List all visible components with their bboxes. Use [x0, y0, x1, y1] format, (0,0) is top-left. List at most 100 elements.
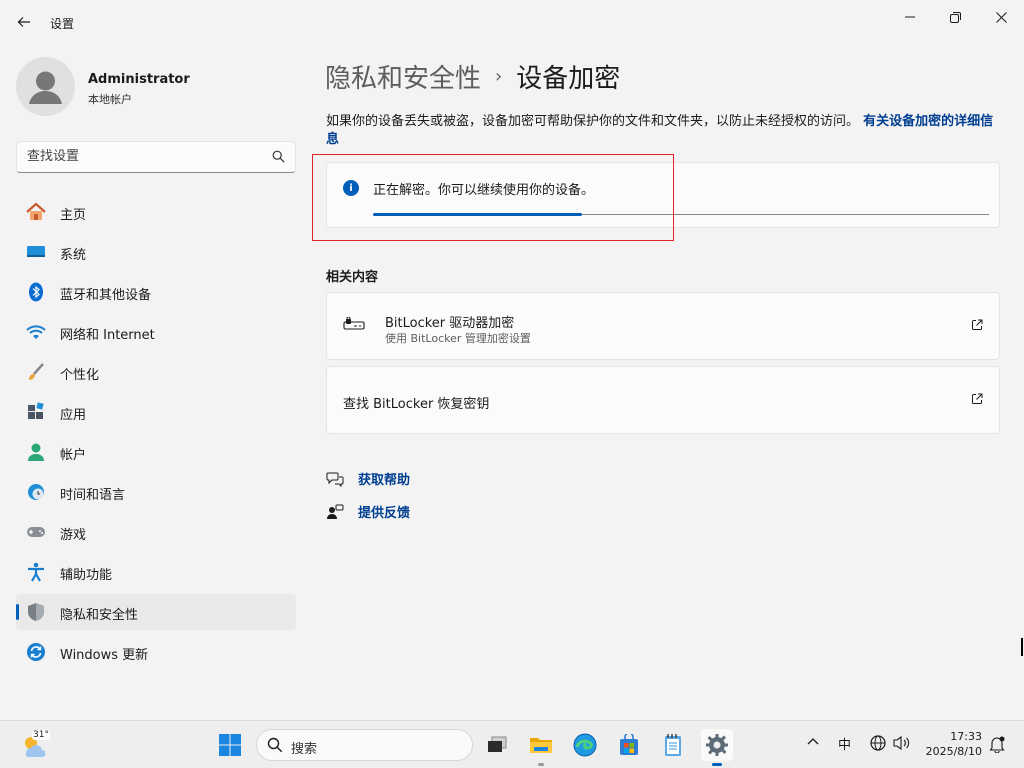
sidebar-item-label: 系统: [60, 248, 87, 263]
user-profile[interactable]: Administrator 本地帐户: [16, 57, 296, 117]
sidebar-item-label: 隐私和安全性: [60, 608, 139, 623]
volume-button[interactable]: [893, 735, 911, 755]
settings-app-button[interactable]: [701, 729, 733, 766]
sidebar-item-time-language[interactable]: 时间和语言: [16, 474, 296, 510]
windows-logo-icon: [219, 734, 241, 756]
related-content-title: 相关内容: [326, 270, 379, 285]
sidebar-item-accounts[interactable]: 帐户: [16, 434, 296, 470]
maximize-button[interactable]: [943, 8, 967, 26]
breadcrumb-parent[interactable]: 隐私和安全性: [325, 58, 481, 95]
minimize-button[interactable]: [898, 8, 922, 26]
speaker-icon: [893, 735, 910, 751]
card-subtitle: 使用 BitLocker 管理加密设置: [385, 332, 531, 345]
temperature: 31°: [32, 730, 50, 740]
show-hidden-icons-button[interactable]: [806, 735, 820, 750]
sidebar-item-label: 应用: [60, 408, 87, 423]
notification-bell-icon: [989, 736, 1005, 754]
find-recovery-key-card[interactable]: 查找 BitLocker 恢复密钥: [326, 366, 1000, 434]
sidebar-item-label: 网络和 Internet: [60, 328, 155, 343]
clock-globe-icon: [25, 482, 47, 502]
bitlocker-encryption-card[interactable]: BitLocker 驱动器加密 使用 BitLocker 管理加密设置: [326, 292, 1000, 360]
clock[interactable]: 17:33 2025/8/10: [918, 729, 982, 759]
task-view-button[interactable]: [481, 729, 513, 761]
notifications-button[interactable]: [988, 735, 1006, 757]
feedback-icon: [327, 504, 344, 519]
brush-icon: [25, 362, 47, 382]
account-type: 本地帐户: [88, 93, 132, 106]
wifi-icon: [25, 322, 47, 342]
sidebar-item-label: Windows 更新: [60, 648, 149, 663]
breadcrumb-separator: ›: [495, 65, 503, 87]
sidebar-item-apps[interactable]: 应用: [16, 394, 296, 430]
external-link-icon: [971, 393, 983, 409]
page-description: 如果你的设备丢失或被盗，设备加密可帮助保护你的文件和文件夹，以防止未经授权的访问…: [326, 113, 998, 149]
clock-time: 17:33: [950, 730, 982, 743]
settings-window: 设置 Administrator 本地帐户 主页 系统: [0, 0, 1024, 720]
back-arrow-icon: [17, 17, 30, 27]
globe-icon: [870, 735, 886, 751]
account-icon: [25, 442, 47, 462]
taskbar-search[interactable]: 搜索: [256, 729, 473, 761]
search-icon: [267, 737, 283, 753]
sidebar-item-network[interactable]: 网络和 Internet: [16, 314, 296, 350]
sidebar-item-gaming[interactable]: 游戏: [16, 514, 296, 550]
taskbar: 31° 搜索 中 17:33 2025/8/10: [0, 720, 1024, 768]
external-link-icon: [971, 319, 983, 335]
notepad-button[interactable]: [657, 729, 689, 761]
update-icon: [25, 642, 47, 662]
sidebar-item-label: 辅助功能: [60, 568, 113, 583]
shield-icon: [25, 602, 47, 622]
store-icon: [620, 734, 638, 755]
search-input[interactable]: [27, 149, 257, 164]
apps-icon: [25, 402, 47, 422]
edge-icon: [573, 733, 597, 757]
sidebar-item-home[interactable]: 主页: [16, 194, 296, 230]
sidebar-item-windows-update[interactable]: Windows 更新: [16, 634, 296, 670]
start-button[interactable]: [214, 729, 246, 761]
sidebar-item-system[interactable]: 系统: [16, 234, 296, 270]
sidebar-item-personalization[interactable]: 个性化: [16, 354, 296, 390]
microsoft-store-button[interactable]: [613, 729, 645, 761]
home-icon: [25, 202, 47, 222]
notepad-icon: [665, 734, 681, 756]
sidebar-item-label: 游戏: [60, 528, 87, 543]
title-bar: 设置: [0, 0, 1024, 48]
feedback-link[interactable]: 提供反馈: [326, 502, 410, 521]
app-title: 设置: [50, 17, 75, 31]
drive-lock-icon: [343, 316, 365, 335]
input-method-indicator[interactable]: 中: [838, 734, 851, 753]
sidebar-item-label: 主页: [60, 208, 87, 223]
get-help-link[interactable]: 获取帮助: [326, 469, 410, 488]
sidebar-nav: 主页 系统 蓝牙和其他设备 网络和 Internet 个性化 应用 帐户 时间和…: [16, 194, 296, 674]
accessibility-icon: [25, 562, 47, 582]
sidebar-item-label: 蓝牙和其他设备: [60, 288, 152, 303]
settings-search[interactable]: [16, 141, 296, 173]
network-status-button[interactable]: [870, 735, 886, 755]
sidebar-item-privacy-security[interactable]: 隐私和安全性: [16, 594, 296, 630]
description-text: 如果你的设备丢失或被盗，设备加密可帮助保护你的文件和文件夹，以防止未经授权的访问…: [326, 114, 864, 129]
help-chat-icon: [326, 472, 344, 487]
close-icon: [995, 11, 1007, 23]
search-icon[interactable]: [272, 150, 285, 163]
sidebar-item-bluetooth[interactable]: 蓝牙和其他设备: [16, 274, 296, 310]
card-title: 查找 BitLocker 恢复密钥: [343, 397, 490, 412]
taskbar-search-label: 搜索: [291, 742, 318, 757]
feedback-label[interactable]: 提供反馈: [358, 502, 410, 521]
sidebar-item-label: 个性化: [60, 368, 100, 383]
close-button[interactable]: [989, 8, 1013, 26]
sidebar-item-accessibility[interactable]: 辅助功能: [16, 554, 296, 590]
back-button[interactable]: [12, 10, 36, 34]
bluetooth-icon: [25, 282, 47, 302]
sidebar-item-label: 时间和语言: [60, 488, 126, 503]
mouse-cursor: [1021, 638, 1023, 656]
breadcrumb: 隐私和安全性 › 设备加密: [325, 56, 620, 96]
system-icon: [25, 242, 47, 262]
restore-icon: [949, 11, 961, 23]
edge-browser-button[interactable]: [569, 729, 601, 761]
minimize-icon: [905, 16, 915, 18]
clock-date: 2025/8/10: [925, 745, 982, 758]
user-name: Administrator: [88, 72, 190, 87]
file-explorer-button[interactable]: [525, 729, 557, 766]
avatar: [16, 57, 75, 116]
get-help-label[interactable]: 获取帮助: [358, 469, 410, 488]
